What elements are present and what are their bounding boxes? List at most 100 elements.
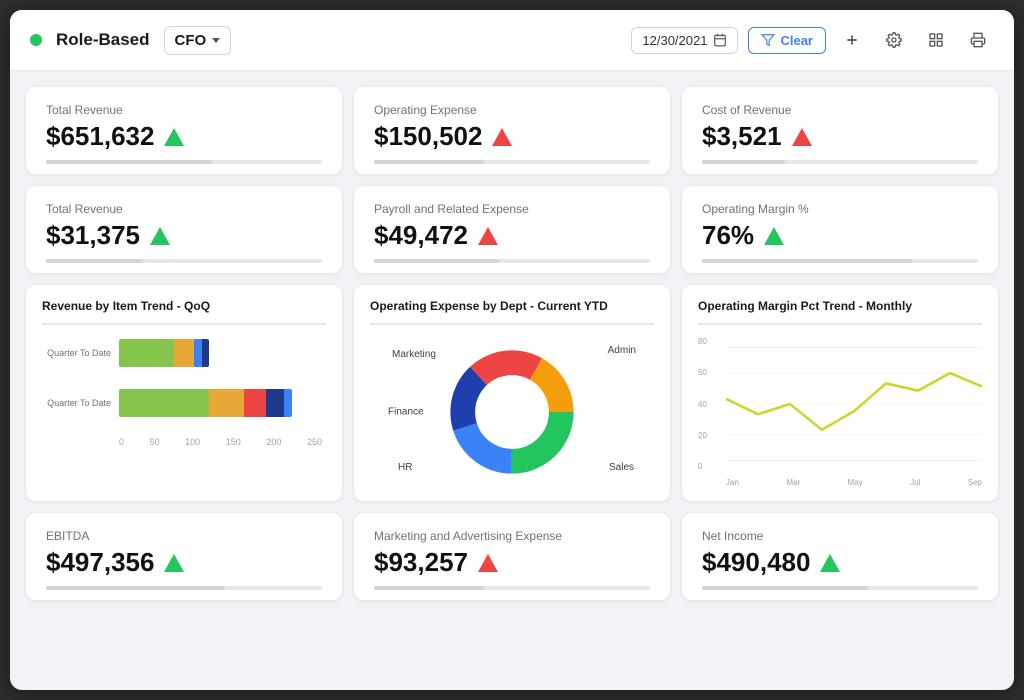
bar-segment [266, 389, 284, 417]
kpi-bar-fill [374, 259, 498, 263]
x-tick: 250 [307, 437, 322, 447]
chart-divider-3 [698, 323, 982, 325]
clear-button[interactable]: Clear [748, 27, 826, 54]
kpi-value: 76% [702, 220, 754, 251]
role-selector[interactable]: CFO [164, 26, 232, 55]
kpi-value: $3,521 [702, 121, 782, 152]
kpi-bar-fill [374, 586, 484, 590]
bar-segments [119, 339, 209, 367]
y-label-60: 60 [698, 368, 722, 377]
label-sales: Sales [609, 462, 634, 473]
bar-segment [194, 339, 202, 367]
bar-segment [209, 389, 244, 417]
kpi-bar-fill [46, 586, 225, 590]
x-axis-line: Jan Mar May Jul Sep [726, 478, 982, 487]
kpi-value-row: $31,375 [46, 220, 322, 251]
kpi-value-row: $49,472 [374, 220, 650, 251]
line-chart-title: Operating Margin Pct Trend - Monthly [698, 299, 982, 313]
kpi-bar-fill [374, 160, 484, 164]
x-tick: 200 [266, 437, 281, 447]
arrow-up-red-icon [478, 227, 498, 245]
x-tick-3: May [848, 478, 863, 487]
x-tick: 100 [185, 437, 200, 447]
status-dot [30, 34, 42, 46]
kpi-progress-bar [702, 160, 978, 164]
add-button[interactable] [836, 24, 868, 56]
kpi-value-row: $497,356 [46, 547, 322, 578]
x-tick: 0 [119, 437, 124, 447]
kpi-bar-fill [702, 259, 912, 263]
kpi-label: EBITDA [46, 529, 322, 543]
kpi-value: $150,502 [374, 121, 482, 152]
kpi-mid-row: Total Revenue $31,375 Payroll and Related … [26, 186, 998, 273]
bar-chart-card: Revenue by Item Trend - QoQ Quarter To D… [26, 285, 342, 501]
kpi-value-row: $490,480 [702, 547, 978, 578]
kpi-bar-fill [46, 259, 143, 263]
kpi-value: $490,480 [702, 547, 810, 578]
kpi-bar-fill [702, 160, 785, 164]
donut-svg [447, 347, 577, 477]
kpi-value: $651,632 [46, 121, 154, 152]
bar-segment [244, 389, 266, 417]
kpi-progress-bar [46, 160, 322, 164]
bar-row: Quarter To Date [46, 337, 322, 369]
chevron-down-icon [212, 38, 220, 43]
kpi-label: Total Revenue [46, 202, 322, 216]
chart-divider-2 [370, 323, 654, 325]
kpi-progress-bar [374, 586, 650, 590]
header-left: Role-Based CFO [30, 26, 631, 55]
kpi-label: Cost of Revenue [702, 103, 978, 117]
bar-chart-title: Revenue by Item Trend - QoQ [42, 299, 326, 313]
bar-chart: Quarter To Date Quarter To Date 0 50 100 150 2… [42, 337, 326, 447]
kpi-bottom-row: EBITDA $497,356 Marketing and Advertising … [26, 513, 998, 600]
line-chart-card: Operating Margin Pct Trend - Monthly 80 … [682, 285, 998, 501]
arrow-up-red-icon [492, 128, 512, 146]
arrow-up-green-icon [820, 554, 840, 572]
donut-chart-title: Operating Expense by Dept - Current YTD [370, 299, 654, 313]
y-label-0: 0 [698, 462, 722, 471]
kpi-value-row: $3,521 [702, 121, 978, 152]
kpi-card: Payroll and Related Expense $49,472 [354, 186, 670, 273]
kpi-top-row: Total Revenue$651,632 Operating Expense $1… [26, 87, 998, 174]
app-title: Role-Based [56, 30, 150, 50]
kpi-card: Operating Margin % 76% [682, 186, 998, 273]
arrow-up-green-icon [150, 227, 170, 245]
kpi-progress-bar [46, 586, 322, 590]
x-tick: 50 [150, 437, 160, 447]
settings-button[interactable] [878, 24, 910, 56]
kpi-label: Payroll and Related Expense [374, 202, 650, 216]
y-label-80: 80 [698, 337, 722, 346]
kpi-value-row: 76% [702, 220, 978, 251]
layout-button[interactable] [920, 24, 952, 56]
kpi-card: Cost of Revenue $3,521 [682, 87, 998, 174]
bar-row: Quarter To Date [46, 387, 322, 419]
kpi-label: Operating Margin % [702, 202, 978, 216]
label-hr: HR [398, 462, 412, 473]
label-finance: Finance [388, 407, 424, 418]
chart-divider [42, 323, 326, 325]
kpi-card: Total Revenue$651,632 [26, 87, 342, 174]
clear-label: Clear [780, 33, 813, 48]
donut-container: Admin Marketing Finance HR Sales [370, 337, 654, 487]
kpi-card: Marketing and Advertising Expense$93,257 [354, 513, 670, 600]
kpi-progress-bar [702, 586, 978, 590]
kpi-value: $497,356 [46, 547, 154, 578]
role-label: CFO [175, 32, 207, 49]
bar-segment [174, 339, 194, 367]
kpi-value: $93,257 [374, 547, 468, 578]
line-svg [726, 337, 982, 471]
label-marketing: Marketing [392, 349, 436, 360]
filter-icon [761, 33, 775, 47]
header-right: 12/30/2021 Clear [631, 24, 994, 56]
line-chart-container: 80 60 40 20 0 [698, 337, 982, 487]
date-picker[interactable]: 12/30/2021 [631, 27, 738, 54]
print-button[interactable] [962, 24, 994, 56]
x-tick: 150 [226, 437, 241, 447]
kpi-label: Operating Expense [374, 103, 650, 117]
app-window: Role-Based CFO 12/30/2021 Clear [10, 10, 1014, 690]
bar-row-label: Quarter To Date [46, 348, 111, 358]
bar-segment [284, 389, 292, 417]
x-axis: 0 50 100 150 200 250 [119, 437, 322, 447]
calendar-icon [713, 33, 727, 47]
label-admin: Admin [608, 345, 636, 356]
